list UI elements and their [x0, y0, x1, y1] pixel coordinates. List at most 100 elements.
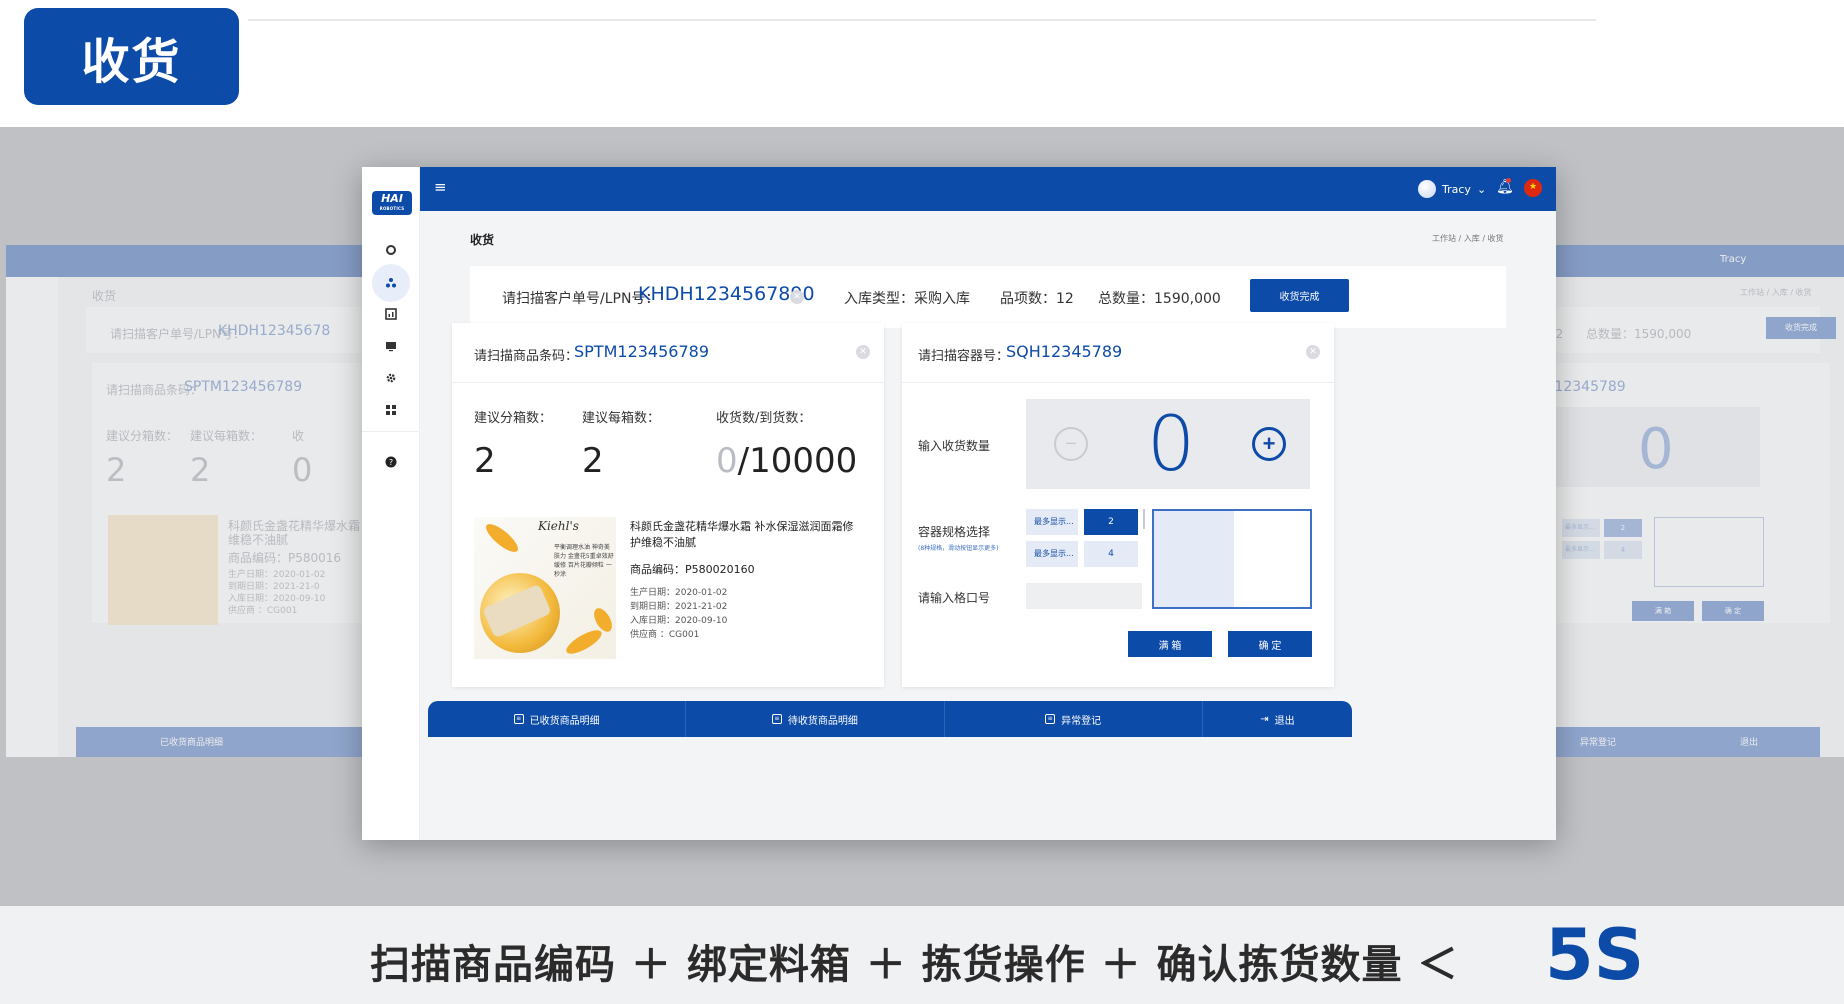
svg-text:?: ? — [389, 458, 393, 467]
ghost-opt2: 最多显示... — [1562, 541, 1600, 559]
sidebar-item-inbound[interactable] — [372, 264, 410, 302]
ghost-product-name2: 维稳不油腻 — [228, 533, 289, 547]
qty-stepper: − 0 + — [1026, 399, 1310, 489]
sidebar-item-monitor[interactable] — [380, 335, 402, 357]
minus-button[interactable]: − — [1054, 427, 1088, 461]
slot-input[interactable] — [1026, 583, 1142, 609]
grid-icon — [386, 405, 396, 415]
ghost-footer: 已收货商品明细 — [76, 727, 366, 757]
plus-button[interactable]: + — [1252, 427, 1286, 461]
circle-icon — [386, 245, 396, 255]
total-qty: 总数量：1590,000 — [1098, 288, 1221, 308]
sidebar-item-help[interactable]: ? — [380, 451, 402, 473]
suggested-per-box: 2 — [582, 441, 604, 481]
ghost-stat3: 收 — [292, 429, 305, 443]
ghost-done-button: 收货完成 — [1766, 317, 1836, 339]
process-caption: 扫描商品编码 ＋ 绑定料箱 ＋ 拣货操作 ＋ 确认拣货数量 ＜ — [370, 942, 1459, 988]
received-arrived: 0/10000 — [716, 441, 857, 481]
page-title: 收货 — [470, 233, 495, 247]
user-name: Tracy — [1442, 182, 1471, 196]
ghost-b1: 满 箱 — [1632, 601, 1694, 621]
ghost-footer-label: 已收货商品明细 — [160, 738, 224, 748]
container-label: 请扫描容器号： — [918, 349, 1010, 364]
full-box-button[interactable]: 满 箱 — [1128, 631, 1212, 657]
spec-option-value[interactable]: 4 — [1084, 541, 1138, 567]
help-icon: ? — [385, 456, 397, 468]
logo-text: HAI — [381, 192, 403, 205]
footer-label: 已收货商品明细 — [529, 715, 600, 727]
ghost-total: 总数量：1590,000 — [1586, 327, 1692, 341]
footer-label: 待收货商品明细 — [787, 715, 858, 727]
chevron-down-icon: ⌄ — [1476, 182, 1487, 196]
qty-value[interactable]: 0 — [1126, 399, 1216, 489]
expiry-date: 到期日期：2021-21-02 — [630, 602, 728, 612]
bell-icon[interactable]: 🔔︎ — [1496, 179, 1514, 195]
confirm-button[interactable]: 确 定 — [1228, 631, 1312, 657]
hamburger-icon[interactable]: ≡ — [434, 178, 447, 196]
ghost-window-right: Tracy 工作站 / 入库 / 收货 数：12 总数量：1590,000 收货… — [1520, 245, 1844, 757]
footer-exit[interactable]: ⇥ 退出 — [1203, 701, 1352, 737]
receive-complete-button[interactable]: 收货完成 — [1250, 279, 1349, 312]
ghost-meta-3: 供应商 ：CG001 — [228, 606, 298, 616]
clear-icon[interactable]: ✕ — [856, 345, 870, 359]
sidebar-item-dashboard[interactable] — [380, 239, 402, 261]
product-code-value: P580020160 — [685, 563, 755, 576]
spec-scroll-handle[interactable] — [1143, 509, 1145, 529]
footer-exception-register[interactable]: ≡ 异常登记 — [945, 701, 1203, 737]
screenshot-stage: 收货 请扫描客户单号/LPN号： KHDH12345678 请扫描商品条码： S… — [0, 127, 1844, 907]
ghost-preview — [1654, 517, 1764, 587]
production-date: 生产日期：2020-01-02 — [630, 588, 728, 598]
ghost-window-left: 收货 请扫描客户单号/LPN号： KHDH12345678 请扫描商品条码： S… — [6, 245, 366, 757]
sidebar: HAI ROBOTICS ? — [362, 167, 420, 840]
logo-subtext: ROBOTICS — [379, 206, 405, 211]
received-count: 0 — [716, 441, 738, 481]
ghost-topbar-right: Tracy — [1520, 245, 1844, 277]
slot-label: 请输入格口号 — [918, 591, 991, 605]
caption-bar: 扫描商品编码 ＋ 绑定料箱 ＋ 拣货操作 ＋ 确认拣货数量 ＜ 5S — [0, 906, 1844, 1004]
product-card-header: 请扫描商品条码： SPTM123456789 ✕ — [452, 323, 884, 383]
breadcrumb[interactable]: 工作站 / 入库 / 收货 — [1432, 233, 1504, 244]
container-input[interactable]: SQH12345789 — [1006, 342, 1122, 361]
image-caption: 平衡调理水油 神奇美肤力 金盏花5重卓效舒缓修 百片花瓣倾粒 一秒涂 — [554, 544, 614, 578]
inbound-date: 入库日期：2020-09-10 — [630, 616, 728, 626]
user-menu[interactable]: Tracy ⌄ — [1418, 180, 1486, 198]
ghost-footer1: 异常登记 — [1580, 738, 1617, 748]
item-count: 品项数：12 — [1000, 288, 1074, 308]
footer-received-detail[interactable]: ≡ 已收货商品明细 — [428, 701, 687, 737]
container-card: 请扫描容器号： SQH12345789 ✕ 输入收货数量 − 0 + 容器规格选… — [902, 323, 1334, 687]
total-qty-label: 总数量： — [1098, 291, 1154, 307]
clear-icon[interactable]: ✕ — [790, 290, 804, 304]
arrived-count: /10000 — [737, 441, 858, 481]
clear-icon[interactable]: ✕ — [1306, 345, 1320, 359]
china-flag-icon[interactable]: ★ — [1524, 179, 1542, 197]
order-scan-bar: 请扫描客户单号/LPN号： KHDH1234567890 ✕ 入库类型：采购入库… — [470, 266, 1506, 328]
ghost-n1: 2 — [106, 451, 127, 489]
ghost-breadcrumb: 工作站 / 入库 / 收货 — [1740, 288, 1812, 297]
leaf-shape — [563, 625, 605, 659]
monitor-icon — [386, 342, 396, 352]
sidebar-item-apps[interactable] — [380, 399, 402, 421]
sidebar-item-report[interactable] — [380, 303, 402, 325]
product-name: 科颜氏金盏花精华爆水霜 补水保湿滋润面霜修护维稳不油腻 — [630, 520, 854, 549]
spec-option-label[interactable]: 最多显示... — [1026, 509, 1078, 535]
total-qty-value: 1590,000 — [1154, 291, 1221, 307]
sidebar-item-settings[interactable] — [380, 367, 402, 389]
footer-pending-detail[interactable]: ≡ 待收货商品明细 — [686, 701, 945, 737]
topbar: ≡ — [420, 167, 1556, 211]
ghost-user: Tracy — [1720, 254, 1747, 265]
spec-option-value-selected[interactable]: 2 — [1084, 509, 1138, 535]
ghost-qty: 0 — [1638, 417, 1674, 482]
list-icon: ≡ — [513, 714, 524, 724]
product-code-label: 商品编码： — [630, 563, 685, 576]
gear-icon — [386, 373, 396, 383]
page-title-tag: 收货 — [24, 8, 239, 105]
suggested-box-count-label: 建议分箱数： — [474, 411, 553, 426]
barcode-input[interactable]: SPTM123456789 — [574, 342, 709, 361]
app-window: HAI ROBOTICS ? ≡ Tracy ⌄ 🔔︎ ★ 收货 工作站 / 入… — [362, 167, 1556, 840]
spec-option-label[interactable]: 最多显示... — [1026, 541, 1078, 567]
suggested-per-box-label: 建议每箱数： — [582, 411, 661, 426]
lpn-input[interactable]: KHDH1234567890 — [638, 283, 815, 305]
list-icon: ≡ — [771, 714, 782, 724]
document-icon: ≡ — [1045, 714, 1056, 724]
sidebar-divider — [362, 431, 420, 432]
